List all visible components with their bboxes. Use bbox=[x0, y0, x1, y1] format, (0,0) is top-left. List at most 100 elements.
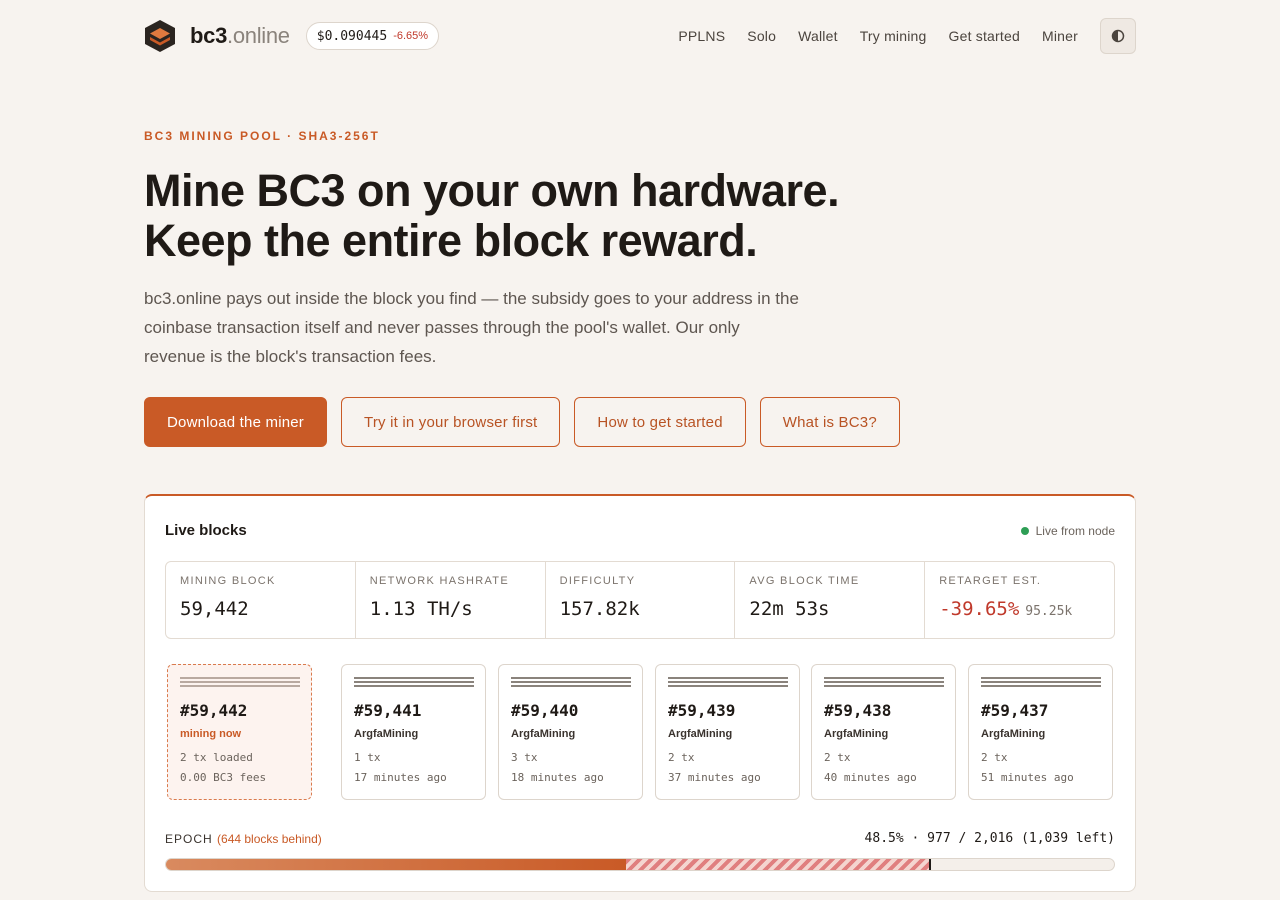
block-tx: 3 tx bbox=[511, 751, 538, 764]
epoch-behind: (644 blocks behind) bbox=[217, 832, 322, 846]
block-tx: 2 tx loaded bbox=[180, 751, 253, 764]
contrast-icon bbox=[1111, 29, 1125, 43]
block-card[interactable]: #59,440 ArgfaMining 3 tx 18 minutes ago bbox=[498, 664, 643, 800]
live-blocks-card: Live blocks Live from node MINING BLOCK … bbox=[144, 494, 1136, 892]
brand-main: bc3 bbox=[190, 23, 228, 48]
block-lines-icon bbox=[354, 677, 474, 687]
block-meta: 2 tx 51 minutes ago bbox=[981, 748, 1100, 788]
stat-value: 22m 53s bbox=[749, 598, 830, 620]
block-miner: ArgfaMining bbox=[824, 728, 889, 740]
block-tx: 2 tx bbox=[668, 751, 695, 764]
block-age: 40 minutes ago bbox=[824, 771, 917, 784]
block-age: 37 minutes ago bbox=[668, 771, 761, 784]
nav-try-mining[interactable]: Try mining bbox=[860, 28, 927, 44]
try-browser-button[interactable]: Try it in your browser first bbox=[341, 397, 561, 447]
stat-label: NETWORK HASHRATE bbox=[369, 575, 509, 587]
block-tx: 2 tx bbox=[824, 751, 851, 764]
get-started-button[interactable]: How to get started bbox=[574, 397, 746, 447]
block-number: #59,442 bbox=[180, 701, 248, 720]
block-age: 51 minutes ago bbox=[981, 771, 1074, 784]
stat-value: 157.82k bbox=[559, 598, 640, 620]
download-miner-button[interactable]: Download the miner bbox=[144, 397, 328, 447]
stat-avg-block-time: AVG BLOCK TIME 22m 53s bbox=[735, 562, 926, 638]
block-number: #59,440 bbox=[511, 701, 579, 720]
block-number: #59,437 bbox=[981, 701, 1049, 720]
headline-line-1: Mine BC3 on your own hardware. bbox=[144, 165, 840, 216]
what-is-bc3-button[interactable]: What is BC3? bbox=[759, 397, 900, 447]
epoch-progress-fill bbox=[166, 859, 626, 870]
block-tx: 2 tx bbox=[981, 751, 1008, 764]
epoch-behind-segment bbox=[625, 859, 930, 870]
brand-name[interactable]: bc3.online bbox=[190, 23, 290, 49]
block-card[interactable]: #59,441 ArgfaMining 1 tx 17 minutes ago bbox=[341, 664, 486, 800]
nav-miner[interactable]: Miner bbox=[1042, 28, 1078, 44]
block-number: #59,438 bbox=[824, 701, 892, 720]
block-fees: 0.00 BC3 fees bbox=[180, 771, 267, 784]
block-card[interactable]: #59,439 ArgfaMining 2 tx 37 minutes ago bbox=[655, 664, 800, 800]
block-meta: 3 tx 18 minutes ago bbox=[511, 748, 630, 788]
stat-label: AVG BLOCK TIME bbox=[749, 575, 860, 587]
block-miner: ArgfaMining bbox=[981, 728, 1046, 740]
block-meta: 1 tx 17 minutes ago bbox=[354, 748, 473, 788]
block-meta: 2 tx loaded 0.00 BC3 fees bbox=[180, 748, 299, 788]
block-age: 18 minutes ago bbox=[511, 771, 604, 784]
block-lines-icon bbox=[180, 677, 300, 687]
block-miner: ArgfaMining bbox=[668, 728, 733, 740]
brand-suffix: .online bbox=[227, 23, 290, 48]
stat-value: -39.65% 95.25k bbox=[939, 598, 1100, 620]
live-dot-icon bbox=[1020, 527, 1029, 535]
stat-retarget-est: RETARGET EST. -39.65% 95.25k bbox=[925, 562, 1114, 638]
block-card[interactable]: #59,437 ArgfaMining 2 tx 51 minutes ago bbox=[968, 664, 1113, 800]
nav-solo[interactable]: Solo bbox=[747, 28, 776, 44]
epoch-title: EPOCH bbox=[165, 832, 213, 846]
stat-network-hashrate: NETWORK HASHRATE 1.13 TH/s bbox=[356, 562, 546, 638]
epoch-summary: 48.5% · 977 / 2,016 (1,039 left) bbox=[864, 831, 1115, 846]
stat-label: RETARGET EST. bbox=[939, 575, 1042, 587]
block-lines-icon bbox=[981, 677, 1101, 687]
main-nav: PPLNS Solo Wallet Try mining Get started… bbox=[678, 28, 1078, 44]
nav-pplns[interactable]: PPLNS bbox=[678, 28, 725, 44]
block-miner: ArgfaMining bbox=[511, 728, 576, 740]
block-number: #59,441 bbox=[354, 701, 422, 720]
nav-wallet[interactable]: Wallet bbox=[798, 28, 838, 44]
stat-value: 59,442 bbox=[180, 598, 249, 620]
headline-line-2: Keep the entire block reward. bbox=[144, 215, 758, 266]
price-change: -6.65% bbox=[393, 30, 429, 42]
hero-eyebrow: BC3 MINING POOL · SHA3-256T bbox=[144, 129, 380, 143]
live-status-text: Live from node bbox=[1035, 524, 1115, 538]
current-block-card[interactable]: #59,442 mining now 2 tx loaded 0.00 BC3 … bbox=[167, 664, 312, 800]
block-lines-icon bbox=[668, 677, 788, 687]
price-ticker: $0.090445 -6.65% bbox=[305, 22, 440, 50]
hexagon-logo-icon[interactable] bbox=[144, 19, 176, 53]
epoch-label: EPOCH (644 blocks behind) bbox=[165, 832, 322, 846]
block-lines-icon bbox=[511, 677, 631, 687]
stat-label: DIFFICULTY bbox=[559, 575, 636, 587]
epoch-progress-bar bbox=[165, 858, 1115, 871]
live-status: Live from node bbox=[1020, 524, 1115, 538]
stat-mining-block: MINING BLOCK 59,442 bbox=[166, 562, 356, 638]
nav-get-started[interactable]: Get started bbox=[949, 28, 1020, 44]
block-meta: 2 tx 37 minutes ago bbox=[668, 748, 787, 788]
block-meta: 2 tx 40 minutes ago bbox=[824, 748, 943, 788]
site-header: bc3.online $0.090445 -6.65% PPLNS Solo W… bbox=[144, 18, 1136, 54]
cta-row: Download the miner Try it in your browse… bbox=[144, 397, 900, 447]
block-number: #59,439 bbox=[668, 701, 736, 720]
network-stats: MINING BLOCK 59,442 NETWORK HASHRATE 1.1… bbox=[165, 561, 1115, 639]
block-lines-icon bbox=[824, 677, 944, 687]
block-status: mining now bbox=[180, 728, 242, 740]
hero-description: bc3.online pays out inside the block you… bbox=[144, 289, 799, 366]
stat-label: MINING BLOCK bbox=[180, 575, 276, 587]
block-tx: 1 tx bbox=[354, 751, 381, 764]
retarget-percent: -39.65% bbox=[939, 598, 1020, 620]
retarget-difficulty: 95.25k bbox=[1025, 604, 1073, 619]
block-card[interactable]: #59,438 ArgfaMining 2 tx 40 minutes ago bbox=[811, 664, 956, 800]
hero-headline: Mine BC3 on your own hardware. Keep the … bbox=[144, 166, 1044, 266]
stat-difficulty: DIFFICULTY 157.82k bbox=[546, 562, 736, 638]
epoch-marker bbox=[929, 859, 932, 870]
price-value: $0.090445 bbox=[316, 28, 388, 44]
stat-value: 1.13 TH/s bbox=[369, 598, 473, 620]
block-age: 17 minutes ago bbox=[354, 771, 447, 784]
theme-toggle-button[interactable] bbox=[1100, 18, 1136, 54]
live-blocks-title: Live blocks bbox=[165, 522, 247, 539]
block-miner: ArgfaMining bbox=[354, 728, 419, 740]
